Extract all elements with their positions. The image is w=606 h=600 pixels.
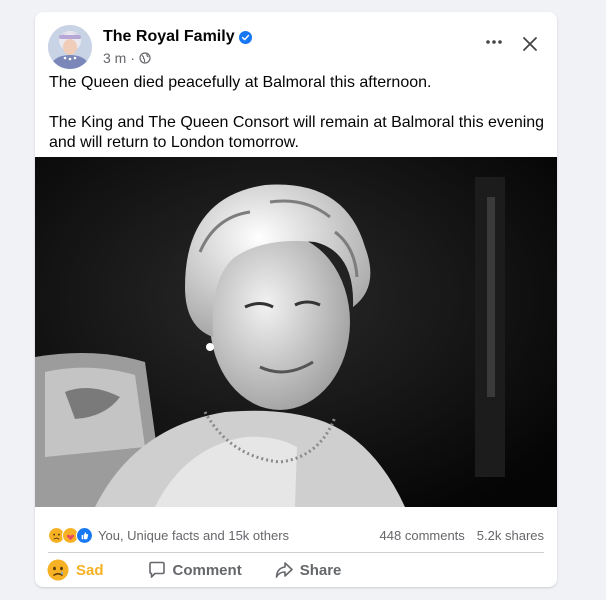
post-card: The Royal Family 3 m · The Queen died pe… xyxy=(35,12,557,587)
actions-divider xyxy=(48,552,544,553)
sad-reaction-button[interactable]: Sad xyxy=(47,559,104,581)
close-icon xyxy=(523,37,537,51)
post-header: The Royal Family 3 m · xyxy=(48,25,545,71)
verified-badge-icon xyxy=(238,30,252,44)
post-photo[interactable] xyxy=(35,157,557,507)
page-name-link[interactable]: The Royal Family xyxy=(103,28,252,46)
post-paragraph-1: The Queen died peacefully at Balmoral th… xyxy=(49,74,432,91)
more-options-button[interactable] xyxy=(483,35,505,49)
comment-button[interactable]: Comment xyxy=(148,561,242,579)
portrait-image xyxy=(35,157,557,507)
globe-icon[interactable] xyxy=(139,52,151,64)
comment-icon xyxy=(148,561,165,578)
share-button[interactable]: Share xyxy=(275,561,342,579)
meta-separator: · xyxy=(130,50,136,66)
sad-face-icon xyxy=(47,559,69,581)
comment-label: Comment xyxy=(172,561,242,579)
more-options-icon xyxy=(486,40,502,44)
post-paragraph-2: The King and The Queen Consort will rema… xyxy=(49,114,545,151)
close-button[interactable] xyxy=(521,35,539,53)
comments-count[interactable]: 448 comments xyxy=(380,528,465,543)
page-name[interactable]: The Royal Family xyxy=(103,28,235,46)
shares-count[interactable]: 5.2k shares xyxy=(477,528,544,543)
sad-label: Sad xyxy=(76,561,104,579)
action-bar: Sad Comment Share xyxy=(43,557,549,583)
post-meta: 3 m · xyxy=(103,50,151,66)
share-icon xyxy=(275,562,293,578)
engagement-counts: 448 comments 5.2k shares xyxy=(380,528,544,543)
reaction-summary[interactable]: You, Unique facts and 15k others xyxy=(48,526,289,544)
page-avatar[interactable] xyxy=(48,25,92,69)
post-stats: You, Unique facts and 15k others 448 com… xyxy=(48,522,544,548)
reactions-text[interactable]: You, Unique facts and 15k others xyxy=(98,528,289,543)
share-label: Share xyxy=(299,561,342,579)
post-message: The Queen died peacefully at Balmoral th… xyxy=(49,73,545,153)
like-reaction-icon xyxy=(76,526,93,544)
post-timestamp[interactable]: 3 m xyxy=(103,50,126,66)
